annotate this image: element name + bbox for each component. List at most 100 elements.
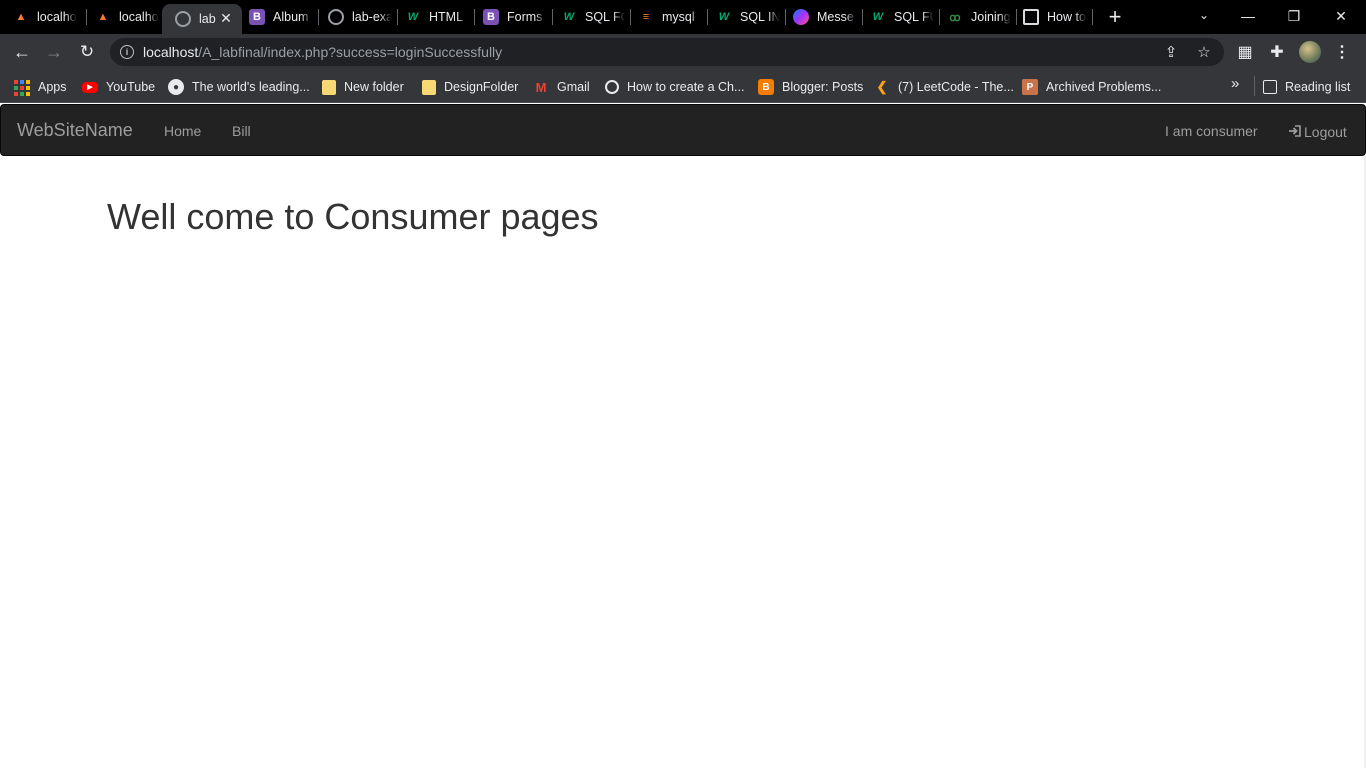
tab-title: localhost	[119, 10, 159, 24]
apps-grid-icon	[14, 79, 30, 96]
bookmark-label: Blogger: Posts	[782, 80, 864, 94]
login-enter-icon	[1289, 125, 1301, 137]
folder-icon	[422, 79, 436, 95]
bookmark-leetcode[interactable]: ❮ (7) LeetCode - The...	[874, 77, 1014, 97]
user-role-link[interactable]: I am consumer	[1165, 123, 1258, 139]
logout-link[interactable]: Logout	[1288, 123, 1347, 140]
tab-title: Joining	[971, 10, 1011, 24]
w3schools-icon: W	[872, 11, 884, 23]
messenger-icon	[793, 9, 809, 25]
globe-icon	[328, 9, 344, 25]
browser-tab[interactable]: ꝏ Joining	[934, 0, 1016, 34]
tab-title: localhost	[37, 10, 77, 24]
nav-home-link[interactable]: Home	[164, 123, 201, 139]
logout-label: Logout	[1304, 124, 1347, 140]
minimize-window-button[interactable]: —	[1225, 0, 1271, 32]
stackoverflow-icon: ≡	[642, 11, 650, 23]
profile-avatar[interactable]	[1299, 41, 1321, 63]
browser-tab-active[interactable]: lab ✕	[162, 4, 242, 34]
w3schools-icon: W	[718, 11, 730, 23]
bookmark-label: DesignFolder	[444, 80, 519, 94]
bookmark-label: Archived Problems...	[1046, 80, 1162, 94]
chatgpt-icon	[605, 80, 619, 94]
tab-title: How to	[1047, 10, 1086, 24]
geeksforgeeks-icon: ꝏ	[949, 11, 961, 24]
tab-title: SQL IN	[740, 10, 780, 24]
restore-window-button[interactable]: ❐	[1271, 0, 1317, 32]
bootstrap-icon: B	[249, 9, 265, 25]
close-tab-icon[interactable]: ✕	[218, 10, 234, 26]
bookmark-new-folder[interactable]: New folder	[322, 77, 404, 97]
nav-bill-link[interactable]: Bill	[232, 123, 251, 139]
site-brand-link[interactable]: WebSiteName	[17, 120, 133, 141]
share-icon[interactable]: ⇪	[1162, 43, 1180, 61]
browser-tab[interactable]: Messe	[780, 0, 862, 34]
tab-title: Album	[273, 10, 309, 24]
extensions-puzzle-icon[interactable]: ✚	[1267, 42, 1287, 62]
github-icon: ●	[168, 79, 184, 95]
more-bookmarks-chevron-icon[interactable]: »	[1231, 75, 1239, 92]
close-window-button[interactable]: ✕	[1318, 0, 1364, 32]
extension-grid-icon[interactable]: ▦	[1235, 42, 1255, 62]
bookmark-label: Gmail	[557, 80, 590, 94]
tab-title: lab-exam	[352, 10, 392, 24]
bookmark-label: How to create a Ch...	[627, 80, 745, 94]
bookmark-label: (7) LeetCode - The...	[898, 80, 1014, 94]
reading-list-button[interactable]: Reading list	[1263, 77, 1350, 97]
browser-tab[interactable]: W SQL FU	[857, 0, 939, 34]
w3schools-icon: W	[407, 11, 419, 23]
browser-tab[interactable]: ▲ localhost	[0, 0, 86, 34]
gmail-icon: M	[535, 79, 547, 95]
bookmark-label: YouTube	[106, 80, 156, 94]
reading-list-label: Reading list	[1285, 80, 1351, 94]
globe-icon	[175, 11, 191, 27]
browser-tab[interactable]: W SQL FO	[548, 0, 630, 34]
browser-tab[interactable]: lab-exam	[315, 0, 397, 34]
tab-search-chevron-icon[interactable]: ⌄	[1195, 8, 1213, 26]
browser-tab[interactable]: How to	[1010, 0, 1092, 34]
address-bar[interactable]: i localhost/A_labfinal/index.php?success…	[110, 38, 1224, 66]
bookmark-design-folder[interactable]: DesignFolder	[422, 77, 518, 97]
page-heading: Well come to Consumer pages	[107, 196, 599, 237]
leetcode-icon: ❮	[876, 79, 888, 94]
browser-tab[interactable]: ≡ mysql	[625, 0, 707, 34]
browser-tab[interactable]: ▲ localhost	[82, 0, 168, 34]
w3schools-icon: W	[563, 11, 575, 23]
tab-title: HTML	[429, 10, 464, 24]
bookmarks-bar: Apps ▶ YouTube ● The world's leading... …	[0, 70, 1366, 103]
site-info-icon[interactable]: i	[120, 45, 134, 59]
browser-tab[interactable]: W HTML	[392, 0, 474, 34]
reading-list-icon	[1263, 80, 1277, 94]
bookmark-star-icon[interactable]: ☆	[1195, 43, 1213, 61]
bookmark-blogger[interactable]: B Blogger: Posts	[758, 77, 863, 97]
browser-tab-strip: ▲ localhost ▲ localhost lab ✕ B Album la…	[0, 0, 1366, 34]
folder-icon	[322, 79, 336, 95]
bookmark-label: The world's leading...	[192, 80, 310, 94]
bootstrap-icon: B	[483, 9, 499, 25]
reload-button[interactable]: ↻	[74, 39, 100, 65]
site-navbar: WebSiteName Home Bill I am consumer Logo…	[0, 104, 1366, 156]
page-viewport: WebSiteName Home Bill I am consumer Logo…	[0, 104, 1366, 768]
forward-button[interactable]: →	[41, 39, 67, 65]
bookmark-label: New folder	[344, 80, 404, 94]
bookmark-archived-problems[interactable]: P Archived Problems...	[1022, 77, 1161, 97]
xampp-icon: ▲	[97, 11, 109, 23]
bookmark-label: Apps	[38, 80, 67, 94]
menu-kebab-icon[interactable]: ⋮	[1332, 42, 1352, 62]
archive-icon: P	[1022, 79, 1038, 95]
bookmark-github[interactable]: ● The world's leading...	[168, 77, 310, 97]
tab-title: SQL FU	[894, 10, 934, 24]
tab-title: Messe	[817, 10, 854, 24]
address-url[interactable]: localhost/A_labfinal/index.php?success=l…	[143, 44, 502, 60]
browser-tab[interactable]: B Album	[236, 0, 318, 34]
bookmark-youtube[interactable]: ▶ YouTube	[82, 77, 155, 97]
bookmark-apps[interactable]: Apps	[14, 77, 67, 97]
code-icon	[1023, 9, 1039, 25]
browser-tab[interactable]: W SQL IN	[703, 0, 785, 34]
bookmark-gmail[interactable]: M Gmail	[533, 77, 590, 97]
new-tab-button[interactable]: +	[1104, 6, 1126, 29]
blogger-icon: B	[758, 79, 774, 95]
back-button[interactable]: ←	[9, 39, 35, 65]
browser-tab[interactable]: B Forms	[470, 0, 552, 34]
bookmark-chatgpt[interactable]: How to create a Ch...	[605, 77, 744, 97]
